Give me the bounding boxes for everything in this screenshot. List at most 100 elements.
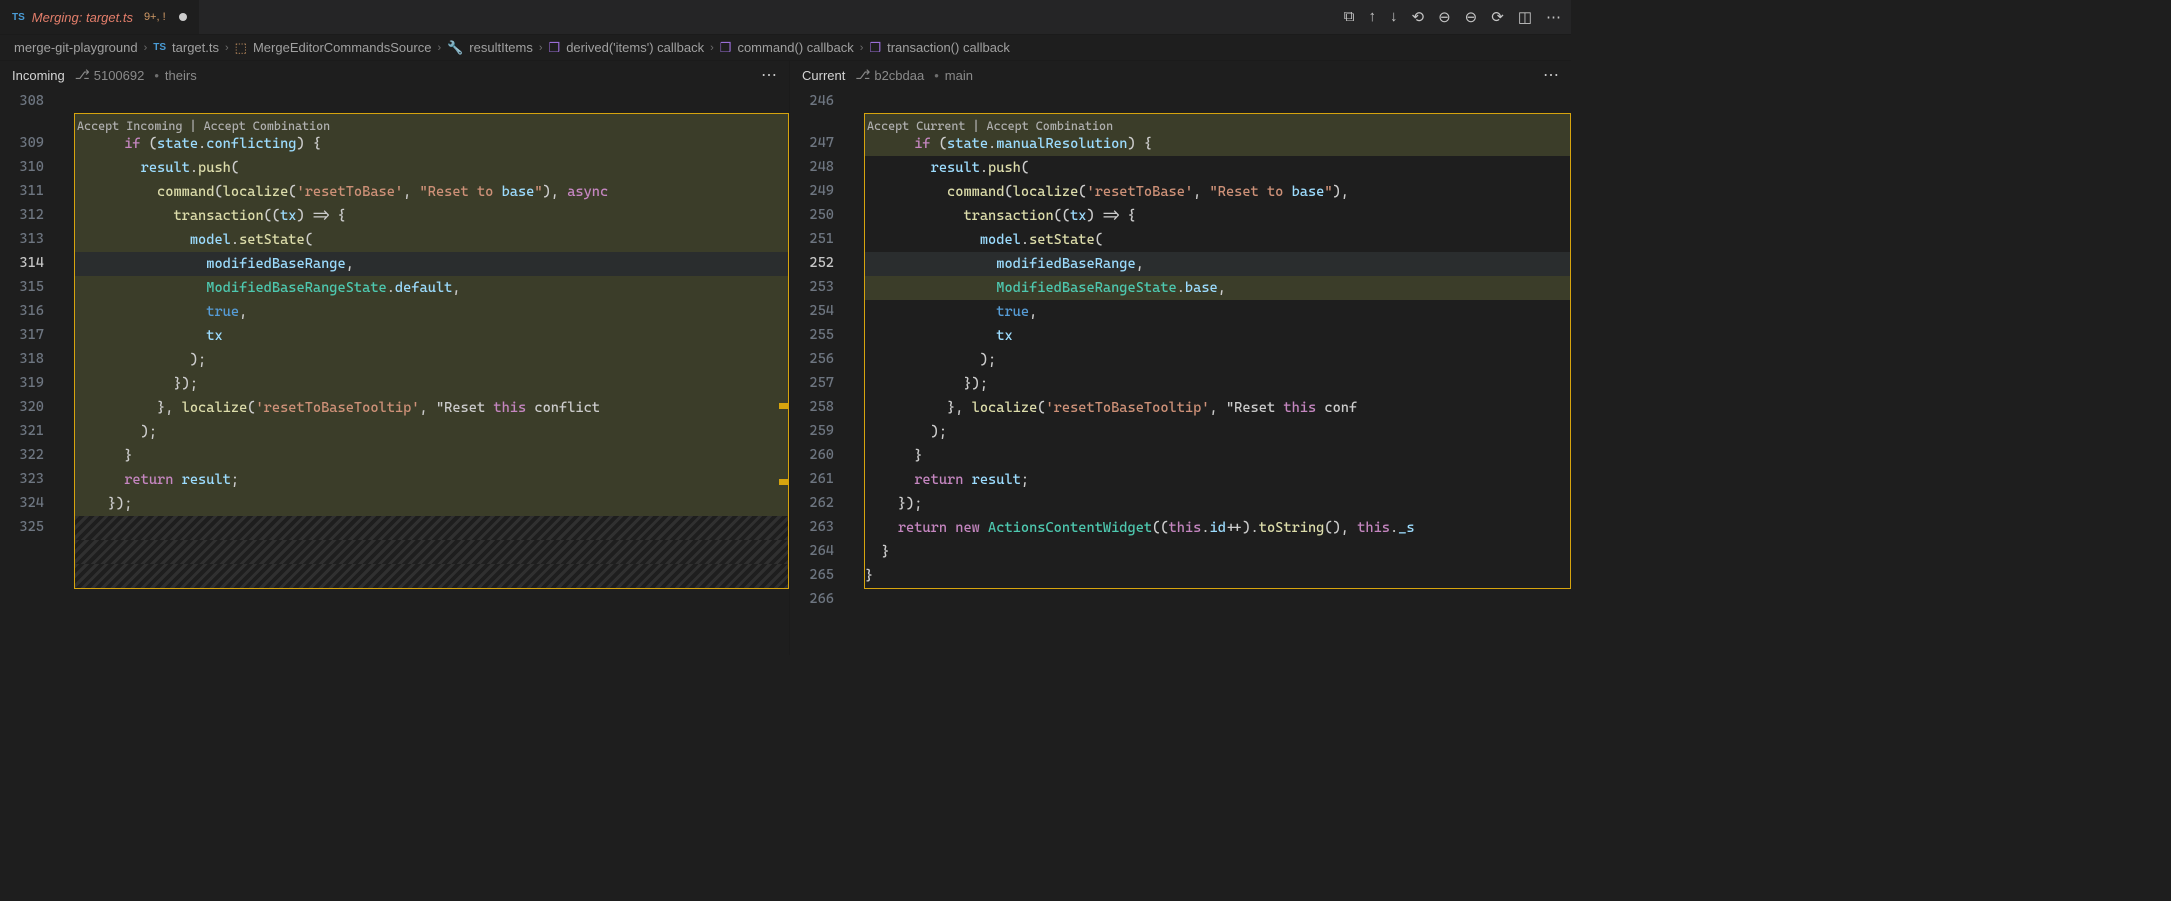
cube-icon: ❒ (720, 40, 732, 56)
code-line[interactable]: command(localize('resetToBase', "Reset t… (865, 180, 1570, 204)
prev-diff-icon[interactable]: ⊖ (1438, 8, 1451, 26)
current-branch: main (928, 68, 973, 83)
split-editor-icon[interactable]: ◫ (1518, 8, 1532, 26)
incoming-header: Incoming ⎇ 5100692 theirs ⋯ (0, 61, 789, 89)
class-icon: ⬚ (235, 40, 247, 56)
crumb-file[interactable]: target.ts (172, 40, 219, 55)
current-merge-actions: Accept Current | Accept Combination (867, 114, 1113, 138)
breadcrumb[interactable]: merge-git-playground › TS target.ts › ⬚ … (0, 35, 1571, 61)
tab-title: Merging: target.ts (32, 10, 133, 25)
code-line[interactable]: }); (75, 372, 788, 396)
code-line[interactable] (74, 589, 789, 613)
editor-toolbar: ⧉ ↑ ↓ ⟲ ⊖ ⊖ ⟳ ◫ ⋯ (1334, 8, 1571, 26)
current-gutter: 2462472482492502512522532542552562572582… (790, 89, 860, 655)
current-commit[interactable]: b2cbdaa (874, 68, 924, 83)
code-line[interactable]: ); (75, 348, 788, 372)
code-line[interactable] (75, 564, 788, 588)
modified-dot-icon (179, 13, 187, 21)
ts-icon: TS (153, 42, 166, 53)
chevron-right-icon: › (144, 42, 148, 54)
code-line[interactable]: transaction((tx) => { (75, 204, 788, 228)
revert-icon[interactable]: ⟲ (1412, 8, 1425, 26)
cube-icon: ❒ (869, 40, 881, 56)
current-more-button[interactable]: ⋯ (1543, 65, 1561, 85)
code-line[interactable]: ); (865, 348, 1570, 372)
code-line[interactable]: tx (865, 324, 1570, 348)
code-line[interactable]: }); (865, 372, 1570, 396)
code-line[interactable]: return new ActionsContentWidget((this.id… (865, 516, 1570, 540)
code-line[interactable] (74, 89, 789, 113)
incoming-code[interactable]: Accept Incoming | Accept Combination if … (70, 89, 789, 613)
chevron-right-icon: › (710, 42, 714, 54)
code-line[interactable]: modifiedBaseRange, (75, 252, 788, 276)
code-line[interactable]: result.push( (865, 156, 1570, 180)
incoming-overview-ruler[interactable] (777, 89, 789, 655)
code-line[interactable]: } (865, 540, 1570, 564)
current-code[interactable]: Accept Current | Accept Combination if (… (860, 89, 1571, 613)
refresh-icon[interactable]: ⟳ (1491, 8, 1504, 26)
incoming-merge-box: Accept Incoming | Accept Combination if … (74, 113, 789, 589)
cube-icon: ❒ (549, 40, 561, 56)
incoming-editor[interactable]: 3083093103113123133143153163173183193203… (0, 89, 789, 655)
code-line[interactable] (75, 540, 788, 564)
code-line[interactable] (864, 589, 1571, 613)
editor-tab-target[interactable]: TS Merging: target.ts 9+, ! (0, 0, 199, 34)
code-line[interactable]: }, localize('resetToBaseTooltip', "Reset… (865, 396, 1570, 420)
next-diff-icon[interactable]: ⊖ (1465, 8, 1478, 26)
code-line[interactable]: true, (75, 300, 788, 324)
tab-bar: TS Merging: target.ts 9+, ! ⧉ ↑ ↓ ⟲ ⊖ ⊖ … (0, 0, 1571, 35)
crumb-folder[interactable]: merge-git-playground (14, 40, 138, 55)
accept-current-link[interactable]: Accept Current (867, 119, 965, 133)
code-line[interactable]: }); (75, 492, 788, 516)
code-line[interactable]: model.setState( (75, 228, 788, 252)
wrench-icon: 🔧 (447, 40, 463, 56)
current-merge-box: Accept Current | Accept Combination if (… (864, 113, 1571, 589)
code-line[interactable]: modifiedBaseRange, (865, 252, 1570, 276)
arrow-up-icon[interactable]: ↑ (1369, 8, 1377, 26)
incoming-merge-actions: Accept Incoming | Accept Combination (77, 114, 330, 138)
crumb-fn3[interactable]: transaction() callback (887, 40, 1010, 55)
arrow-down-icon[interactable]: ↓ (1390, 8, 1398, 26)
code-line[interactable]: result.push( (75, 156, 788, 180)
chevron-right-icon: › (225, 42, 229, 54)
code-line[interactable] (864, 89, 1571, 113)
code-line[interactable]: }); (865, 492, 1570, 516)
accept-incoming-link[interactable]: Accept Incoming (77, 119, 182, 133)
tab-problems-badge: 9+, ! (144, 11, 166, 23)
code-line[interactable]: } (75, 444, 788, 468)
code-line[interactable]: } (865, 444, 1570, 468)
incoming-commit[interactable]: 5100692 (94, 68, 145, 83)
current-pane: Current ⎇ b2cbdaa main ⋯ 246247248249250… (790, 61, 1571, 655)
code-line[interactable]: model.setState( (865, 228, 1570, 252)
crumb-member[interactable]: resultItems (469, 40, 533, 55)
code-line[interactable]: ModifiedBaseRangeState.base, (865, 276, 1570, 300)
crumb-class[interactable]: MergeEditorCommandsSource (253, 40, 431, 55)
incoming-more-button[interactable]: ⋯ (761, 65, 779, 85)
code-line[interactable]: ); (75, 420, 788, 444)
code-line[interactable]: } (865, 564, 1570, 588)
incoming-branch: theirs (148, 68, 196, 83)
code-line[interactable]: tx (75, 324, 788, 348)
code-line[interactable]: transaction((tx) => { (865, 204, 1570, 228)
current-header: Current ⎇ b2cbdaa main ⋯ (790, 61, 1571, 89)
code-line[interactable]: command(localize('resetToBase', "Reset t… (75, 180, 788, 204)
more-icon[interactable]: ⋯ (1546, 8, 1561, 26)
accept-combination-link[interactable]: Accept Combination (204, 119, 331, 133)
code-line[interactable]: return result; (865, 468, 1570, 492)
diff-layout-icon[interactable]: ⧉ (1344, 8, 1355, 26)
code-line[interactable]: ); (865, 420, 1570, 444)
code-line[interactable]: true, (865, 300, 1570, 324)
code-line[interactable] (75, 516, 788, 540)
ts-icon: TS (12, 12, 25, 23)
incoming-gutter: 3083093103113123133143153163173183193203… (0, 89, 70, 655)
code-line[interactable]: ModifiedBaseRangeState.default, (75, 276, 788, 300)
code-line[interactable]: }, localize('resetToBaseTooltip', "Reset… (75, 396, 788, 420)
current-minimap[interactable] (1551, 89, 1571, 655)
crumb-fn1[interactable]: derived('items') callback (566, 40, 704, 55)
accept-combination-link[interactable]: Accept Combination (987, 119, 1114, 133)
incoming-title: Incoming (12, 68, 65, 83)
commit-icon: ⎇ (855, 67, 870, 83)
crumb-fn2[interactable]: command() callback (737, 40, 853, 55)
current-editor[interactable]: 2462472482492502512522532542552562572582… (790, 89, 1571, 655)
code-line[interactable]: return result; (75, 468, 788, 492)
